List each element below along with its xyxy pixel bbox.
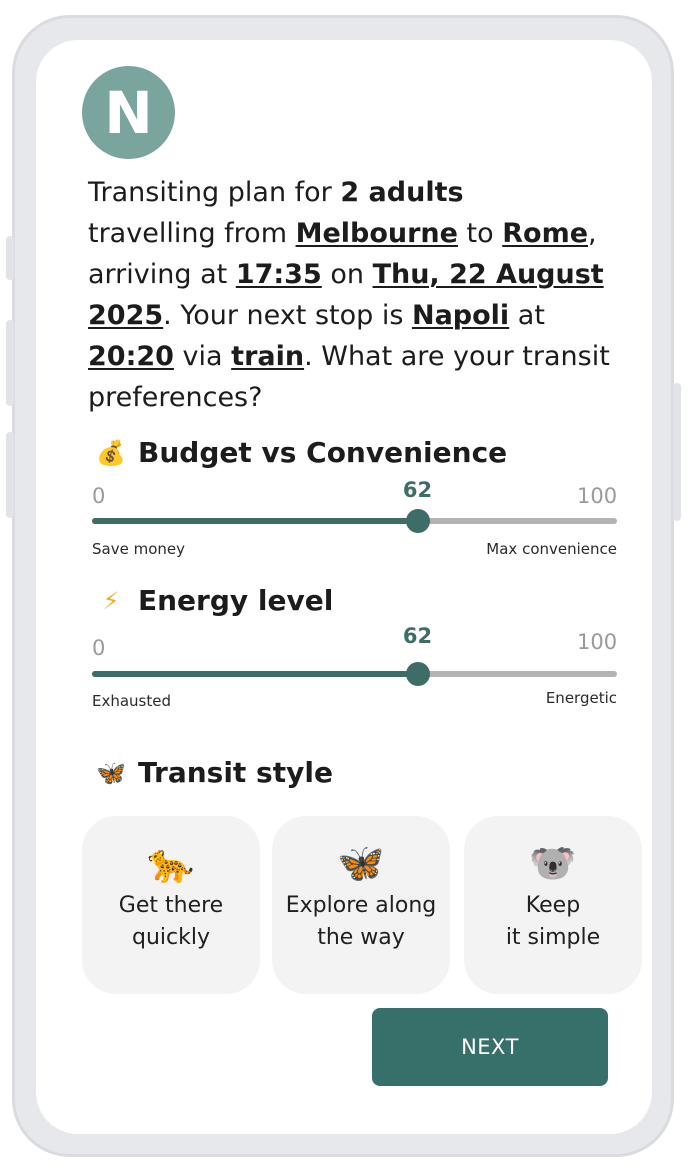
destination-city[interactable]: Rome [502, 218, 588, 249]
budget-max: 100 [577, 484, 618, 508]
budget-value: 62 [402, 478, 433, 502]
transit-style-section-title: 🦋 Transit style [96, 756, 333, 789]
phone-side-button [673, 383, 681, 521]
intro-text: to [457, 218, 503, 249]
energy-section-title: ⚡ Energy level [96, 584, 334, 617]
budget-slider-thumb[interactable] [405, 509, 430, 533]
energy-slider-fill [92, 671, 418, 677]
transit-option-explore[interactable]: 🦋 Explore along the way [272, 816, 450, 994]
energy-max: 100 [577, 630, 618, 654]
budget-slider[interactable] [92, 509, 617, 533]
intro-text: at [509, 300, 545, 331]
energy-min: 0 [92, 636, 106, 660]
transit-option-label: Keep it simple [505, 893, 601, 950]
intro-text: Transiting plan for [88, 177, 341, 208]
phone-side-button [6, 236, 14, 280]
origin-city[interactable]: Melbourne [296, 218, 458, 249]
avatar[interactable]: N [82, 66, 175, 159]
next-stop[interactable]: Napoli [412, 300, 509, 331]
budget-title: Budget vs Convenience [138, 436, 508, 469]
budget-min: 0 [92, 484, 106, 508]
arrival-time[interactable]: 17:35 [236, 259, 322, 290]
avatar-initial: N [104, 78, 153, 147]
next-button[interactable]: NEXT [372, 1008, 608, 1086]
budget-section-title: 💰 Budget vs Convenience [96, 436, 507, 469]
intro-text: travelling from [88, 218, 296, 249]
budget-left-label: Save money [92, 540, 185, 558]
energy-title: Energy level [138, 584, 334, 617]
trip-summary: Transiting plan for 2 adults travelling f… [88, 172, 613, 418]
intro-text: via [173, 341, 232, 372]
transit-option-label: Get there quickly [118, 893, 224, 950]
phone-side-button [6, 432, 14, 518]
energy-slider[interactable] [92, 662, 617, 686]
energy-left-label: Exhausted [92, 692, 172, 710]
energy-right-label: Energetic [545, 689, 617, 707]
phone-side-button [6, 320, 14, 406]
energy-slider-thumb[interactable] [405, 662, 430, 686]
intro-text: . Your next stop is [163, 300, 412, 331]
next-stop-time[interactable]: 20:20 [88, 341, 174, 372]
transit-option-simple[interactable]: 🐨 Keep it simple [464, 816, 642, 994]
traveller-count: 2 adults [340, 177, 464, 208]
app-screen: N Transiting plan for 2 adults travelling… [36, 40, 652, 1134]
butterfly-icon: 🦋 [96, 758, 126, 787]
budget-right-label: Max convenience [486, 540, 617, 558]
intro-text: on [321, 259, 373, 290]
lightning-icon: ⚡ [102, 586, 120, 615]
transit-option-label: Explore along the way [285, 893, 437, 950]
leopard-icon: 🐆 [147, 841, 195, 885]
transit-option-quick[interactable]: 🐆 Get there quickly [82, 816, 260, 994]
money-bag-icon: 💰 [96, 438, 126, 467]
energy-value: 62 [402, 624, 433, 648]
koala-icon: 🐨 [529, 841, 577, 885]
transit-style-title: Transit style [138, 756, 333, 789]
butterfly-icon: 🦋 [337, 841, 385, 885]
budget-slider-fill [92, 518, 418, 524]
transport-mode[interactable]: train [231, 341, 304, 372]
